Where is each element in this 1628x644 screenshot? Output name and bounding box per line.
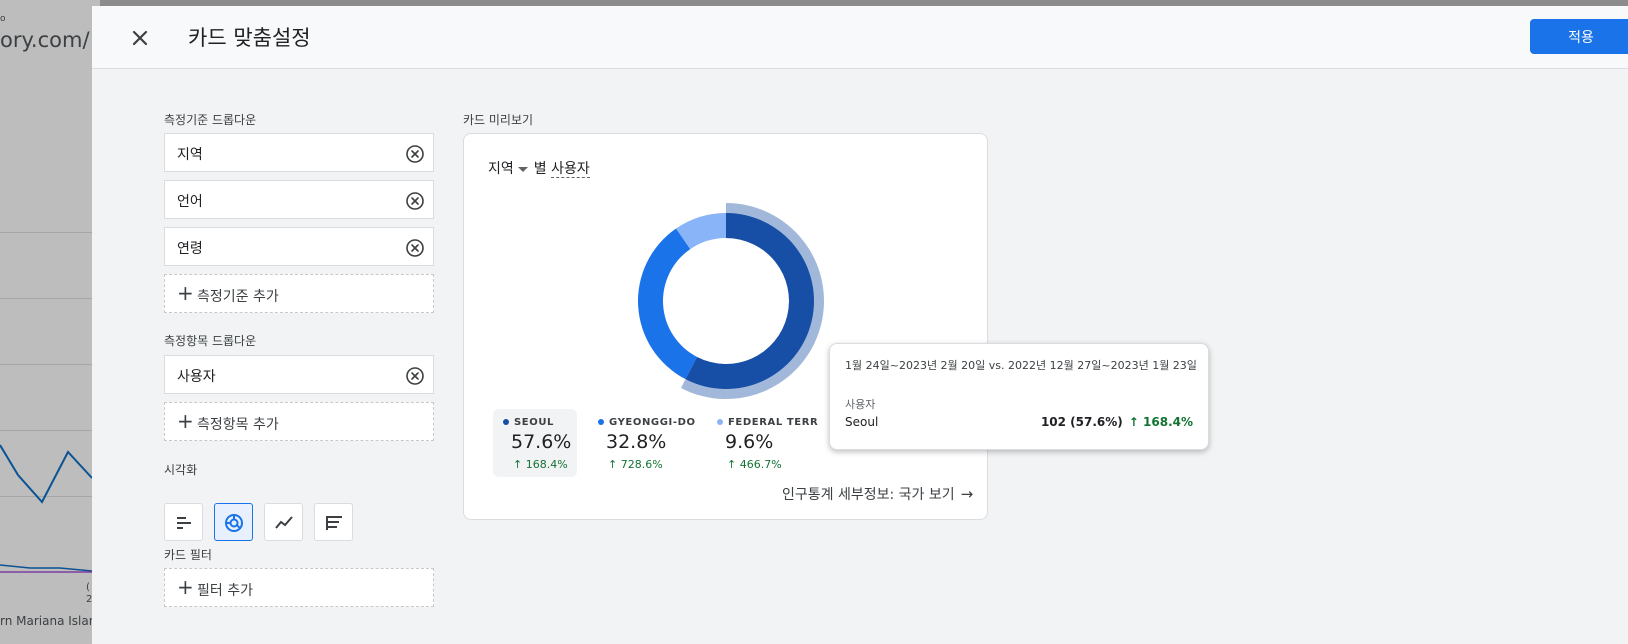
background-tick-label: ( xyxy=(86,582,90,593)
add-filter-label: 필터 추가 xyxy=(197,583,253,599)
legend-dot xyxy=(717,419,723,425)
donut-chart-icon xyxy=(225,514,243,532)
line-chart-icon xyxy=(275,516,293,529)
donut-chart[interactable] xyxy=(634,201,824,401)
plus-icon: + xyxy=(177,575,194,599)
by-text: 별 xyxy=(533,161,547,177)
clear-icon[interactable] xyxy=(405,144,425,164)
legend-label: GYEONGGI-DO xyxy=(598,417,696,428)
tooltip-row-name: Seoul xyxy=(845,415,879,429)
legend-label: SEOUL xyxy=(503,417,554,428)
add-metric-label: 측정항목 추가 xyxy=(197,417,279,433)
preview-label: 카드 미리보기 xyxy=(463,113,534,127)
clear-icon[interactable] xyxy=(405,191,425,211)
legend-change-value: 466.7% xyxy=(739,458,782,471)
chart-tooltip: 1월 24일~2023년 2월 20일 vs. 2022년 12월 27일~20… xyxy=(829,343,1209,450)
legend-label: FEDERAL TERR xyxy=(717,417,818,428)
preview-card: 지역 별 사용자 SEOUL 57.6% ↑ 168.4% GYEONGGI-DO… xyxy=(463,133,988,520)
dimension-selector[interactable]: 지역 xyxy=(488,161,534,177)
legend-change: ↑ 168.4% xyxy=(513,458,568,471)
dimension-selector-label: 지역 xyxy=(488,161,514,177)
panel-title: 카드 맞춤설정 xyxy=(188,26,311,50)
customize-card-panel: 카드 맞춤설정 적용 측정기준 드롭다운 지역 언어 연령 + 측정기준 추가 … xyxy=(92,6,1628,644)
card-filter-label: 카드 필터 xyxy=(164,548,212,562)
close-icon[interactable] xyxy=(128,26,152,50)
legend-dot xyxy=(598,419,604,425)
viz-bar-button[interactable] xyxy=(164,503,203,541)
metric-value: 사용자 xyxy=(177,369,216,385)
panel-header: 카드 맞춤설정 적용 xyxy=(92,6,1628,69)
viz-donut-button[interactable] xyxy=(214,503,253,541)
background-line-chart xyxy=(0,444,93,573)
bar-chart-icon xyxy=(177,517,191,529)
legend-change-value: 728.6% xyxy=(620,458,663,471)
legend-name: FEDERAL TERR xyxy=(728,417,819,428)
add-dimension-label: 측정기준 추가 xyxy=(197,289,279,305)
legend-value: 9.6% xyxy=(725,431,774,453)
legend-value: 57.6% xyxy=(511,431,572,453)
dimension-value: 지역 xyxy=(177,147,203,163)
legend-name: SEOUL xyxy=(514,417,555,428)
clear-icon[interactable] xyxy=(405,238,425,258)
legend-item-seoul[interactable]: SEOUL 57.6% ↑ 168.4% xyxy=(493,409,577,477)
tooltip-metric-label: 사용자 xyxy=(845,398,876,411)
card-title: 지역 별 사용자 xyxy=(488,158,590,178)
caret-down-icon xyxy=(517,166,528,172)
metrics-label: 측정항목 드롭다운 xyxy=(164,334,257,348)
background-series-line xyxy=(0,564,93,572)
metric-selector[interactable]: 사용자 xyxy=(551,161,590,178)
legend-change: ↑ 728.6% xyxy=(608,458,663,471)
background-page: o ory.com/ ( 2 rn Mariana Island xyxy=(0,0,100,644)
apply-button[interactable]: 적용 xyxy=(1530,19,1628,54)
add-filter-button[interactable]: + 필터 추가 xyxy=(164,568,434,607)
legend-change-value: 168.4% xyxy=(525,458,568,471)
dimension-field[interactable]: 언어 xyxy=(164,180,434,219)
background-series-line xyxy=(0,444,93,504)
view-countries-link[interactable]: 인구통계 세부정보: 국가 보기 → xyxy=(782,484,973,504)
plus-icon: + xyxy=(177,281,194,305)
tooltip-row-value: 102 (57.6%) ↑ 168.4% xyxy=(1041,415,1193,429)
tooltip-change: ↑ 168.4% xyxy=(1128,415,1193,429)
legend-change: ↑ 466.7% xyxy=(727,458,782,471)
dimension-field[interactable]: 지역 xyxy=(164,133,434,172)
dimension-value: 연령 xyxy=(177,241,203,257)
arrow-right-icon: → xyxy=(960,485,974,503)
dimension-value: 언어 xyxy=(177,194,203,210)
donut-slice-gyeonggi-do[interactable] xyxy=(638,228,698,380)
dimensions-label: 측정기준 드롭다운 xyxy=(164,113,257,127)
table-icon xyxy=(326,516,342,530)
legend-dot xyxy=(503,419,509,425)
dimension-field[interactable]: 연령 xyxy=(164,227,434,266)
add-metric-button[interactable]: + 측정항목 추가 xyxy=(164,402,434,441)
metric-field[interactable]: 사용자 xyxy=(164,355,434,394)
plus-icon: + xyxy=(177,409,194,433)
visualization-label: 시각화 xyxy=(164,463,198,477)
viz-line-button[interactable] xyxy=(264,503,303,541)
viz-table-button[interactable] xyxy=(314,503,353,541)
tooltip-value: 102 (57.6%) xyxy=(1040,415,1123,429)
legend-name: GYEONGGI-DO xyxy=(609,417,696,428)
add-dimension-button[interactable]: + 측정기준 추가 xyxy=(164,274,434,313)
tooltip-date-range: 1월 24일~2023년 2월 20일 vs. 2022년 12월 27일~20… xyxy=(845,359,1197,372)
view-countries-link-text: 인구통계 세부정보: 국가 보기 xyxy=(782,487,955,503)
legend-item-federal-terr[interactable]: FEDERAL TERR 9.6% ↑ 466.7% xyxy=(707,409,818,477)
clear-icon[interactable] xyxy=(405,366,425,386)
background-footer-text: rn Mariana Island xyxy=(0,614,100,628)
legend-item-gyeonggi[interactable]: GYEONGGI-DO 32.8% ↑ 728.6% xyxy=(588,409,698,477)
legend-value: 32.8% xyxy=(606,431,667,453)
